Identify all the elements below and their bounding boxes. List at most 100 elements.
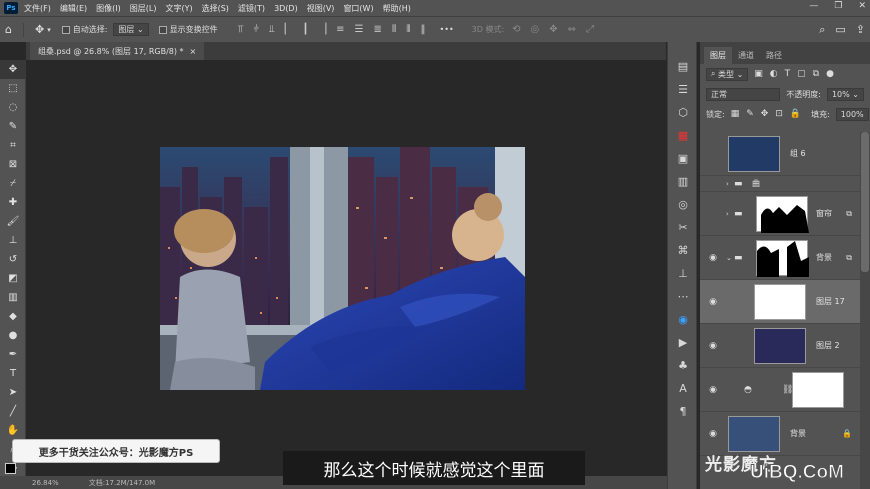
distribute-bottom-icon[interactable]: ≣ [374, 24, 382, 35]
fill-field[interactable]: 100% [835, 107, 869, 121]
lock-image-icon[interactable]: ✎ [746, 109, 754, 119]
auto-select-dropdown[interactable]: 图层 ⌄ [113, 23, 149, 36]
align-hcenter-icon[interactable]: ┃ [302, 24, 308, 35]
canvas-artwork[interactable] [160, 147, 525, 390]
marquee-tool-icon[interactable]: ⬚ [0, 79, 26, 98]
align-top-icon[interactable]: ⫪ [238, 24, 244, 35]
zoom-level[interactable]: 26.84% [32, 479, 59, 487]
gradient-tool-icon[interactable]: ▥ [0, 288, 26, 307]
clone-source-icon[interactable]: ⊥ [668, 263, 698, 283]
filter-smart-object-icon[interactable]: ⧉ [813, 69, 819, 79]
layers-scrollbar[interactable] [860, 132, 870, 489]
minimize-button[interactable]: — [809, 1, 818, 11]
swatches-panel-icon[interactable]: ▣ [668, 148, 698, 168]
lock-artboard-icon[interactable]: ⊡ [775, 109, 783, 119]
orbit-3d-icon[interactable]: ⟲ [512, 24, 520, 35]
lock-all-icon[interactable]: 🔒 [790, 109, 801, 119]
menu-edit[interactable]: 编辑(E) [60, 3, 87, 14]
lock-position-icon[interactable]: ✥ [761, 109, 769, 119]
eye-icon[interactable]: ◉ [708, 429, 718, 439]
foreground-color-swatch[interactable] [5, 463, 16, 474]
move-tool-icon[interactable]: ✥ [35, 23, 44, 36]
maximize-button[interactable]: ❐ [834, 1, 842, 11]
path-select-icon[interactable]: ➤ [0, 383, 26, 402]
chevron-down-icon[interactable]: ▾ [47, 26, 51, 34]
home-icon[interactable]: ⌂ [5, 23, 12, 36]
tools-preset-icon[interactable]: ✂ [668, 217, 698, 237]
menu-filter[interactable]: 滤镜(T) [238, 3, 265, 14]
more-options-button[interactable]: ••• [440, 25, 454, 34]
eye-icon[interactable]: ◉ [708, 253, 718, 263]
menu-3d[interactable]: 3D(D) [274, 4, 298, 13]
blur-tool-icon[interactable]: ◆ [0, 307, 26, 326]
actions-play-icon[interactable]: ▶ [668, 332, 698, 352]
lasso-tool-icon[interactable]: ◌ [0, 98, 26, 117]
filter-pixel-icon[interactable]: ▣ [754, 69, 763, 79]
distribute-right-icon[interactable]: ‖ [421, 24, 426, 35]
brush-tool-icon[interactable]: 🖌 [0, 212, 26, 231]
layer-row-layer17[interactable]: ◉ 图层 17 [700, 280, 860, 324]
tab-layers[interactable]: 图层 [704, 47, 732, 64]
menu-view[interactable]: 视图(V) [307, 3, 335, 14]
chevron-right-icon[interactable]: › [726, 210, 729, 218]
healing-brush-icon[interactable]: ✚ [0, 193, 26, 212]
adjustments-panel-icon[interactable]: ☰ [668, 79, 698, 99]
history-panel-icon[interactable]: ▤ [668, 56, 698, 76]
menu-image[interactable]: 图像(I) [96, 3, 121, 14]
navigator-panel-icon[interactable]: ◉ [668, 309, 698, 329]
shapes-panel-icon[interactable]: ♣ [668, 355, 698, 375]
dodge-tool-icon[interactable]: ● [0, 326, 26, 345]
eye-icon[interactable]: ◉ [708, 341, 718, 351]
layer-row-layer2[interactable]: ◉ 图层 2 [700, 324, 860, 368]
layer-row-curve-group[interactable]: › ▬ 曲 [700, 176, 860, 192]
move-tool-icon[interactable]: ✥ [0, 60, 26, 79]
pen-tool-icon[interactable]: ✒ [0, 345, 26, 364]
canvas-area[interactable] [27, 60, 667, 476]
type-tool-icon[interactable]: T [0, 364, 26, 383]
chevron-down-icon[interactable]: ⌄ [726, 254, 732, 262]
scrollbar-thumb[interactable] [861, 132, 869, 272]
gradients-panel-icon[interactable]: ▥ [668, 171, 698, 191]
filter-type-icon[interactable]: T [785, 69, 791, 79]
brush-panel-icon[interactable]: ⌘ [668, 240, 698, 260]
layer-filter-dropdown[interactable]: ⌕ 类型 ⌄ [706, 67, 749, 81]
eye-icon[interactable]: ◉ [708, 297, 718, 307]
align-left-icon[interactable]: ▏ [285, 24, 293, 35]
filter-toggle-icon[interactable]: ● [826, 69, 834, 79]
slide-3d-icon[interactable]: ⇔ [568, 24, 576, 35]
chevron-right-icon[interactable]: › [726, 180, 729, 188]
crop-tool-icon[interactable]: ⌗ [0, 136, 26, 155]
layer-row-curtain[interactable]: › ▬ 窗帘 ⧉ [700, 192, 860, 236]
eraser-tool-icon[interactable]: ◩ [0, 269, 26, 288]
frame-tool-icon[interactable]: ⊠ [0, 155, 26, 174]
menu-type[interactable]: 文字(Y) [165, 3, 192, 14]
menu-layer[interactable]: 图层(L) [130, 3, 157, 14]
color-panel-icon[interactable]: ▦ [668, 125, 698, 145]
layer-row-adjustment[interactable]: ◉ ◓ ⛓ [700, 368, 860, 412]
filter-adjustment-icon[interactable]: ◐ [770, 69, 778, 79]
search-icon[interactable]: ⌕ [819, 23, 825, 37]
roll-3d-icon[interactable]: ◎ [531, 24, 540, 35]
layer-row-group6[interactable]: 组 6 [700, 132, 860, 176]
scale-3d-icon[interactable]: ⤢ [586, 24, 594, 35]
opacity-field[interactable]: 10% ⌄ [826, 87, 864, 101]
patterns-panel-icon[interactable]: ◎ [668, 194, 698, 214]
eye-icon[interactable]: ◉ [708, 385, 718, 395]
workspace-icon[interactable]: ▭ [835, 23, 845, 36]
quick-select-tool-icon[interactable]: ✎ [0, 117, 26, 136]
auto-select-checkbox[interactable] [61, 25, 70, 34]
menu-help[interactable]: 帮助(H) [383, 3, 411, 14]
tab-paths[interactable]: 路径 [760, 47, 788, 64]
align-bottom-icon[interactable]: ⫫ [269, 24, 275, 35]
menu-window[interactable]: 窗口(W) [343, 3, 373, 14]
menu-select[interactable]: 选择(S) [202, 3, 229, 14]
close-window-button[interactable]: ✕ [858, 1, 866, 11]
lock-transparent-icon[interactable]: ▦ [731, 109, 740, 119]
history-brush-icon[interactable]: ↺ [0, 250, 26, 269]
tab-channels[interactable]: 通道 [732, 47, 760, 64]
align-vcenter-icon[interactable]: ⫩ [253, 24, 259, 35]
line-tool-icon[interactable]: ╱ [0, 402, 26, 421]
clone-stamp-icon[interactable]: ⊥ [0, 231, 26, 250]
align-right-icon[interactable]: ▕ [318, 24, 326, 35]
pan-3d-icon[interactable]: ✥ [549, 24, 557, 35]
